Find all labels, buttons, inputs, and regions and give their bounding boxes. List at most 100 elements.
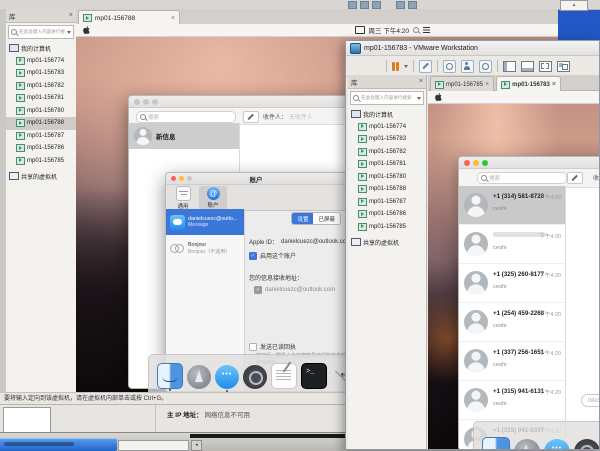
compose-button[interactable]: [243, 111, 259, 123]
vm-tree-root[interactable]: 我的计算机: [348, 108, 426, 121]
close-window-icon[interactable]: [134, 99, 140, 105]
search-input[interactable]: 搜索: [136, 111, 236, 123]
close-tab-icon[interactable]: ×: [552, 81, 556, 88]
tab-general[interactable]: 通用: [169, 186, 197, 210]
minimize-window-icon[interactable]: [473, 160, 479, 166]
vm-tree-item[interactable]: mp01-156787: [348, 196, 426, 209]
toolbar-icon[interactable]: [408, 1, 417, 9]
recipient-row[interactable]: 收件人：: [593, 173, 599, 182]
system-preferences-icon[interactable]: [243, 365, 267, 389]
pause-vm-icon[interactable]: [392, 62, 399, 71]
vm-tree-item[interactable]: mp01-156781: [348, 158, 426, 171]
conversation-item-selected[interactable]: 新信息: [129, 123, 239, 149]
notification-center-icon[interactable]: [423, 27, 430, 33]
vm-tab[interactable]: mp01-156785 ×: [430, 76, 494, 92]
zoom-window-icon[interactable]: [482, 160, 488, 166]
shared-vms-item[interactable]: 共享的虚拟机: [6, 170, 76, 183]
launchpad-icon[interactable]: [187, 365, 211, 389]
vm-tree-item[interactable]: mp01-156785: [348, 221, 426, 234]
close-library-icon[interactable]: ×: [69, 12, 73, 19]
segment-settings[interactable]: 设置: [292, 213, 313, 224]
imessage-input[interactable]: iMessage: [581, 394, 599, 407]
show-library-icon[interactable]: [503, 61, 516, 72]
checkbox-checked[interactable]: ✓: [254, 286, 262, 294]
account-item-imessage[interactable]: danielcuezc@outlo... Message: [166, 209, 244, 235]
zoom-window-icon[interactable]: [152, 99, 158, 105]
finder-icon[interactable]: [157, 363, 183, 389]
tab-accounts[interactable]: @ 账户: [199, 186, 227, 210]
vm-tree-item[interactable]: mp01-156781: [6, 92, 76, 105]
vm-tree-item[interactable]: mp01-156787: [6, 130, 76, 143]
unity-mode-icon[interactable]: [557, 61, 570, 72]
vm-tab[interactable]: mp01-156783 ×: [496, 76, 561, 92]
shared-vms-item[interactable]: 共享的虚拟机: [348, 236, 426, 249]
vm-tree-item[interactable]: mp01-156788: [348, 183, 426, 196]
message-thread[interactable]: +1 (325) 260-8177 ceshi 下午4:20: [459, 264, 565, 303]
finder-icon[interactable]: [482, 437, 510, 449]
textedit-icon[interactable]: [271, 363, 297, 389]
checkbox-unchecked[interactable]: [249, 343, 257, 351]
chevron-down-icon[interactable]: [67, 31, 71, 34]
fullscreen-icon[interactable]: [539, 61, 552, 72]
close-window-icon[interactable]: [464, 160, 470, 166]
snapshot-icon[interactable]: [443, 60, 456, 73]
console-view-icon[interactable]: [521, 61, 534, 72]
message-thread[interactable]: +1 (315) 941-6131 ceshi 下午4:20: [459, 381, 565, 420]
vm-tree-item[interactable]: mp01-156783: [6, 67, 76, 80]
minimize-window-icon[interactable]: [143, 99, 149, 105]
message-thread[interactable]: +1 (314) 581-8728 ceshi 下午4:20: [459, 186, 565, 225]
vm-tree-item[interactable]: mp01-156774: [6, 55, 76, 68]
recipient-row[interactable]: 收件人： 无收件人: [263, 112, 313, 121]
messages-icon[interactable]: [215, 365, 239, 389]
account-item-bonjour[interactable]: Bonjour Bonjour（不适用）: [166, 235, 244, 261]
display-status-icon[interactable]: [355, 26, 365, 34]
toolbar-icon[interactable]: [396, 1, 405, 9]
message-thread[interactable]: ceshi 下午4:20: [459, 225, 565, 264]
vm-tree-item[interactable]: mp01-156774: [348, 121, 426, 134]
toolbar-icon[interactable]: [360, 1, 369, 9]
vm-tree-item[interactable]: mp01-156788: [6, 117, 76, 130]
window-titlebar[interactable]: mp01-156783 - VMware Workstation: [346, 41, 599, 56]
taskbar-collapse-button[interactable]: ◂: [191, 440, 202, 451]
segment-blocked[interactable]: 已屏蔽: [313, 213, 340, 224]
taskbar-active-task[interactable]: [0, 438, 117, 451]
messages-icon[interactable]: [544, 439, 570, 449]
library-search-input[interactable]: 在此处键入内容进行搜索: [8, 25, 74, 39]
vm-tree-item[interactable]: mp01-156782: [6, 80, 76, 93]
revert-snapshot-icon[interactable]: [461, 60, 474, 73]
system-preferences-icon[interactable]: [574, 439, 599, 449]
vm-tree-item[interactable]: mp01-156780: [348, 171, 426, 184]
launchpad-icon[interactable]: [514, 439, 540, 449]
close-library-icon[interactable]: ×: [419, 78, 423, 85]
vm-tab-active[interactable]: mp01-156788 ×: [78, 10, 180, 25]
vm-tree-root[interactable]: 我的计算机: [6, 42, 76, 55]
taskbar-field[interactable]: [118, 440, 189, 451]
snapshot-manager-icon[interactable]: [479, 60, 492, 73]
vm-tree-item[interactable]: mp01-156782: [348, 146, 426, 159]
message-thread[interactable]: +1 (337) 256-1651 ceshi 下午4:20: [459, 342, 565, 381]
terminal-icon[interactable]: [301, 363, 327, 389]
toolbar-icon[interactable]: [372, 1, 381, 9]
apple-menu-icon[interactable]: [435, 93, 442, 101]
vm-console[interactable]: 搜索 收件人： +1 (314) 581-8728 ceshi 下午4:20: [428, 91, 599, 449]
close-tab-icon[interactable]: ×: [171, 15, 175, 22]
toolbar-icon[interactable]: [348, 1, 357, 9]
library-search-input[interactable]: 在此处键入内容进行搜索: [350, 91, 424, 105]
close-tab-icon[interactable]: ×: [485, 81, 489, 88]
apple-menu-icon[interactable]: [83, 26, 90, 34]
vm-tree-item[interactable]: mp01-156786: [6, 142, 76, 155]
spotlight-icon[interactable]: [413, 27, 419, 33]
vm-tree-item[interactable]: mp01-156785: [6, 155, 76, 168]
scrollbar-top-button[interactable]: ▴: [560, 0, 588, 11]
vm-tree-item[interactable]: mp01-156786: [348, 208, 426, 221]
checkbox-checked[interactable]: ✓: [249, 252, 257, 260]
search-input[interactable]: 搜索: [477, 172, 567, 184]
message-thread[interactable]: +1 (254) 459-2268 ceshi 下午4:20: [459, 303, 565, 342]
chevron-down-icon[interactable]: [417, 97, 421, 100]
compose-button[interactable]: [567, 172, 583, 184]
vm-tree-item[interactable]: mp01-156783: [348, 133, 426, 146]
menubar-clock[interactable]: 周三 下午4:20: [369, 25, 409, 35]
send-ctrl-alt-del-icon[interactable]: [419, 60, 432, 73]
chevron-down-icon[interactable]: [404, 65, 408, 68]
vm-tree-item[interactable]: mp01-156780: [6, 105, 76, 118]
